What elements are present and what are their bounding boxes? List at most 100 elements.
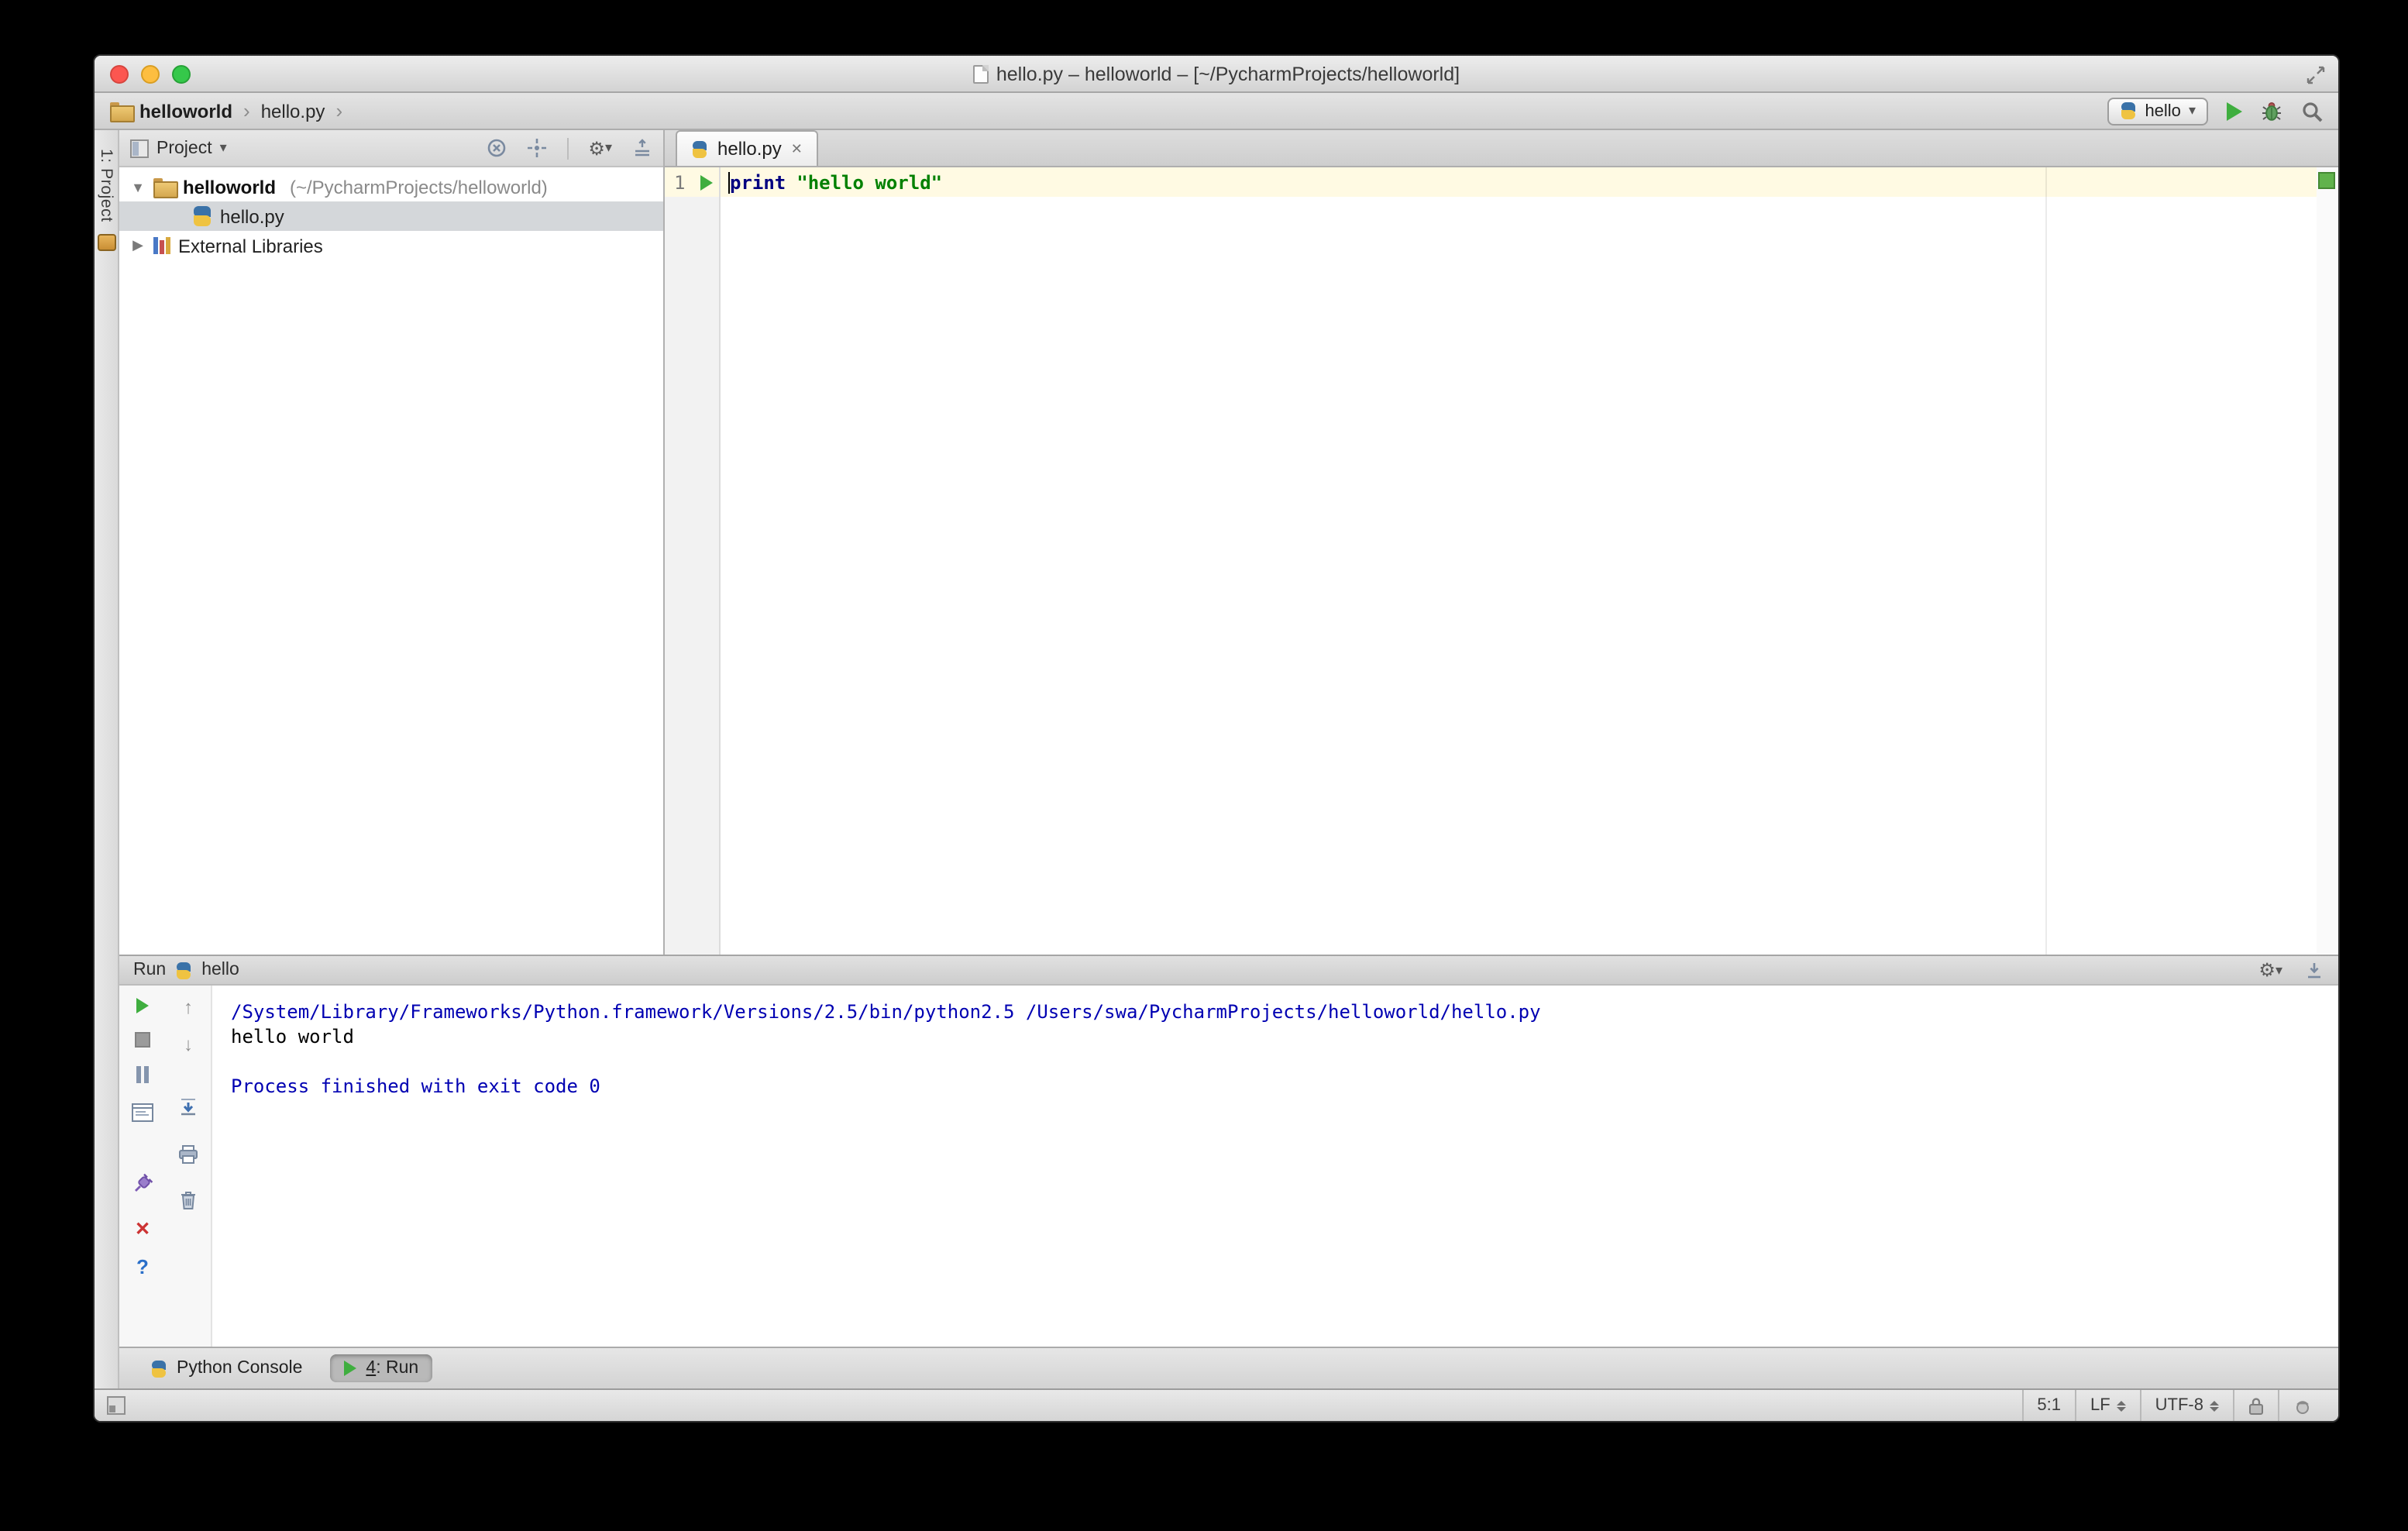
stop-button[interactable] bbox=[135, 1032, 150, 1048]
project-view-icon bbox=[130, 139, 149, 157]
project-toolwindow-icon[interactable] bbox=[97, 234, 115, 252]
spinner-arrows-icon bbox=[2210, 1400, 2219, 1411]
readonly-toggle[interactable] bbox=[2233, 1389, 2278, 1421]
inspection-status-indicator[interactable] bbox=[2318, 172, 2335, 189]
settings-button[interactable]: ⚙ ▾ bbox=[588, 139, 612, 157]
content-column: Project ▾ ⚙ ▾ ▼ helloworld (~/PycharmPro… bbox=[119, 130, 2338, 1388]
editor-tab-bar: hello.py ✕ bbox=[665, 130, 2338, 167]
console-line: hello world bbox=[231, 1026, 354, 1048]
tree-node-name: helloworld bbox=[183, 176, 276, 198]
gear-icon: ⚙ bbox=[588, 137, 605, 159]
crosshair-icon bbox=[527, 139, 546, 157]
breadcrumb-file[interactable]: hello.py bbox=[261, 100, 325, 122]
pycharm-window: hello.py – helloworld – [~/PycharmProjec… bbox=[93, 54, 2340, 1423]
rerun-button[interactable] bbox=[136, 998, 149, 1013]
editor-gutter: 1 bbox=[665, 167, 721, 955]
chevron-down-icon[interactable]: ▾ bbox=[220, 139, 227, 157]
console-icon bbox=[132, 1103, 153, 1122]
gutter-line-1: 1 bbox=[665, 167, 719, 197]
lock-icon bbox=[2249, 1398, 2263, 1415]
close-toolwindow-button[interactable]: ✕ bbox=[135, 1220, 150, 1238]
tree-collapsed-icon[interactable]: ▶ bbox=[130, 237, 146, 254]
help-button[interactable]: ? bbox=[136, 1257, 149, 1277]
editor-body[interactable]: 1 print "hello world" bbox=[665, 167, 2338, 955]
search-button[interactable] bbox=[2301, 100, 2323, 122]
tree-row-external-libraries[interactable]: ▶ External Libraries bbox=[119, 231, 663, 260]
chevron-icon: › bbox=[335, 99, 343, 122]
scroll-to-end-button[interactable] bbox=[178, 1097, 198, 1125]
run-toolwindow-button-label: 4: Run bbox=[366, 1359, 419, 1378]
libraries-icon bbox=[153, 237, 170, 254]
editor-tab-label: hello.py bbox=[717, 138, 782, 160]
python-console-toolwindow-button[interactable]: Python Console bbox=[136, 1354, 316, 1382]
toolwindow-toggle-icon[interactable] bbox=[107, 1396, 126, 1415]
minimize-window-button[interactable] bbox=[141, 65, 160, 84]
python-icon bbox=[2120, 102, 2137, 119]
window-title: hello.py – helloworld – [~/PycharmProjec… bbox=[996, 63, 1460, 84]
prev-occurrence-button[interactable]: ↑ bbox=[184, 998, 193, 1017]
editor-tab-hello-py[interactable]: hello.py ✕ bbox=[676, 130, 818, 166]
console-line: /System/Library/Frameworks/Python.framew… bbox=[231, 1001, 1541, 1023]
bug-icon bbox=[2262, 101, 2281, 120]
line-separator-select[interactable]: LF bbox=[2074, 1389, 2140, 1421]
debug-button[interactable] bbox=[2261, 100, 2282, 122]
clear-console-button[interactable] bbox=[180, 1190, 197, 1218]
close-tab-icon[interactable]: ✕ bbox=[791, 140, 803, 157]
print-icon bbox=[179, 1145, 198, 1164]
run-settings-button[interactable]: ⚙ ▾ bbox=[2258, 961, 2282, 979]
python-file-icon bbox=[691, 140, 708, 157]
project-toolwindow-tab[interactable]: 1: Project bbox=[97, 149, 115, 222]
pin-button[interactable] bbox=[132, 1173, 153, 1201]
console-output[interactable]: /System/Library/Frameworks/Python.framew… bbox=[212, 986, 2338, 1347]
scroll-to-end-icon bbox=[181, 1099, 195, 1116]
run-toolwindow-button[interactable]: 4: Run bbox=[330, 1354, 433, 1382]
tree-row-project-root[interactable]: ▼ helloworld (~/PycharmProjects/hellowor… bbox=[119, 172, 663, 201]
python-file-icon bbox=[192, 206, 212, 226]
run-toolbar-column-1: ✕ ? bbox=[119, 986, 166, 1347]
run-toolwindow-title: Run bbox=[133, 961, 167, 979]
hector-icon bbox=[2296, 1401, 2309, 1414]
tree-row-hello-py[interactable]: hello.py bbox=[119, 201, 663, 231]
hide-icon bbox=[2308, 962, 2320, 978]
document-proxy-icon bbox=[972, 64, 989, 83]
python-console-label: Python Console bbox=[177, 1359, 303, 1378]
project-panel-title[interactable]: Project bbox=[157, 139, 212, 157]
caret-position[interactable]: 5:1 bbox=[2021, 1389, 2075, 1421]
next-occurrence-button[interactable]: ↓ bbox=[184, 1035, 193, 1054]
main-area: 1: Project Project ▾ ⚙ ▾ ▼ helloworld (~… bbox=[95, 130, 2338, 1388]
hide-toolwindow-button[interactable] bbox=[2304, 960, 2324, 980]
inspections-profile-button[interactable] bbox=[2278, 1389, 2326, 1421]
toolwindow-stripe: 1: Project bbox=[95, 130, 119, 1388]
close-cross-button[interactable] bbox=[486, 138, 506, 158]
run-toolwindow-header: Run hello ⚙ ▾ bbox=[119, 955, 2338, 986]
breadcrumb-project[interactable]: helloworld bbox=[139, 100, 232, 122]
zoom-window-button[interactable] bbox=[172, 65, 191, 84]
folder-icon bbox=[110, 102, 135, 122]
chevron-down-icon: ▾ bbox=[2188, 102, 2196, 118]
project-panel-header: Project ▾ ⚙ ▾ bbox=[119, 130, 663, 167]
trash-icon bbox=[181, 1192, 195, 1209]
titlebar[interactable]: hello.py – helloworld – [~/PycharmProjec… bbox=[95, 56, 2338, 93]
tree-expanded-icon[interactable]: ▼ bbox=[130, 179, 146, 194]
code-string: "hello world" bbox=[796, 171, 943, 193]
status-bar: 5:1 LF UTF-8 bbox=[95, 1388, 2338, 1421]
run-line-icon[interactable] bbox=[700, 174, 713, 190]
line-number: 1 bbox=[674, 171, 686, 193]
editor-split: Project ▾ ⚙ ▾ ▼ helloworld (~/PycharmPro… bbox=[119, 130, 2338, 955]
run-toolwindow-content: ✕ ? ↑ ↓ /System/Library/Frameworks/Pytho… bbox=[119, 986, 2338, 1347]
code-area[interactable]: print "hello world" bbox=[721, 167, 2317, 955]
collapse-all-button[interactable] bbox=[632, 138, 652, 158]
code-keyword: print bbox=[730, 171, 786, 193]
pause-output-button[interactable] bbox=[136, 1066, 149, 1083]
run-button[interactable] bbox=[2227, 101, 2242, 120]
editor-panel: hello.py ✕ 1 print "hello world" bbox=[665, 130, 2338, 955]
encoding-select[interactable]: UTF-8 bbox=[2139, 1389, 2233, 1421]
close-window-button[interactable] bbox=[110, 65, 129, 84]
run-configuration-select[interactable]: hello ▾ bbox=[2107, 97, 2208, 125]
console-line: Process finished with exit code 0 bbox=[231, 1075, 600, 1097]
scroll-from-source-button[interactable] bbox=[526, 138, 546, 158]
print-button[interactable] bbox=[178, 1144, 198, 1171]
show-console-button[interactable] bbox=[132, 1102, 153, 1130]
fullscreen-icon[interactable] bbox=[2306, 65, 2326, 85]
project-panel: Project ▾ ⚙ ▾ ▼ helloworld (~/PycharmPro… bbox=[119, 130, 665, 955]
